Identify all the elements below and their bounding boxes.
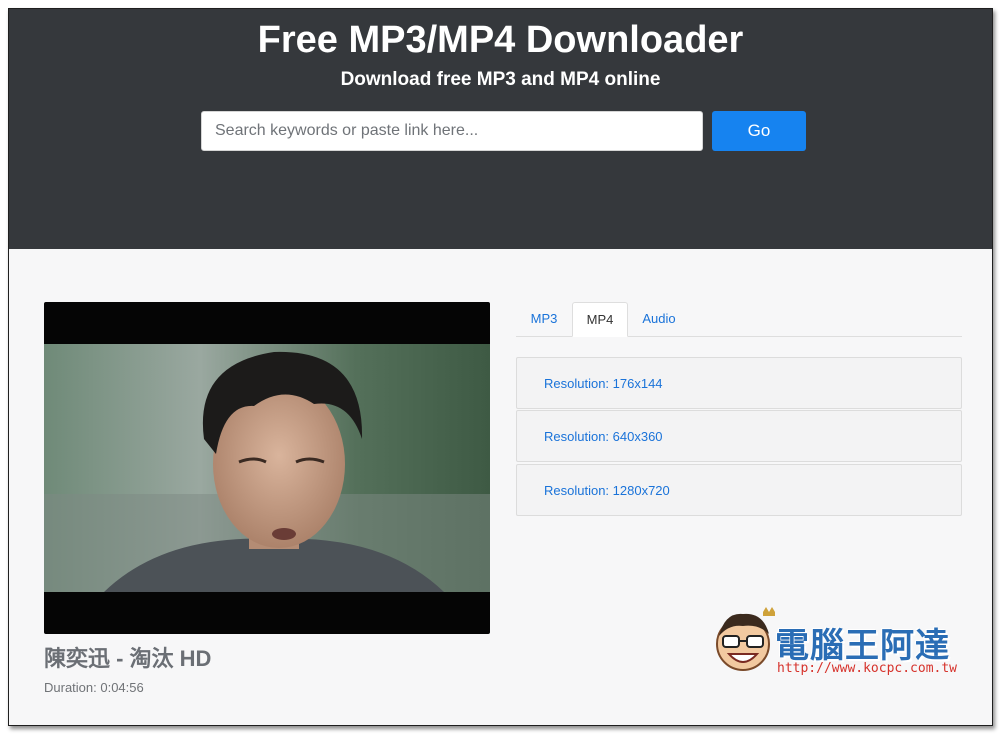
resolution-link[interactable]: Resolution: 640x360 — [544, 429, 663, 444]
resolution-link[interactable]: Resolution: 176x144 — [544, 376, 663, 391]
video-player[interactable] — [44, 302, 490, 634]
resolution-link[interactable]: Resolution: 1280x720 — [544, 483, 670, 498]
video-thumbnail — [44, 344, 490, 592]
search-input[interactable] — [201, 111, 703, 151]
format-tabs: MP3 MP4 Audio — [516, 302, 962, 337]
tab-mp3[interactable]: MP3 — [516, 302, 572, 336]
page-subtitle: Download free MP3 and MP4 online — [340, 69, 661, 90]
video-title: 陳奕迅 - 淘汰 HD — [44, 646, 212, 671]
page-frame: Free MP3/MP4 Downloader Download free MP… — [8, 8, 993, 726]
tab-mp4[interactable]: MP4 — [572, 302, 628, 337]
video-duration: Duration: 0:04:56 — [44, 680, 144, 695]
watermark-logo-text: 電腦王阿達 — [775, 627, 950, 665]
resolution-item[interactable]: Resolution: 176x144 — [516, 357, 962, 409]
resolution-item[interactable]: Resolution: 1280x720 — [516, 464, 962, 516]
watermark: 電腦王阿達 http://www.kocpc.com.tw — [711, 606, 971, 686]
header-banner: Free MP3/MP4 Downloader Download free MP… — [9, 9, 992, 249]
mascot-icon — [716, 607, 775, 671]
tab-audio[interactable]: Audio — [628, 302, 690, 336]
page-title: Free MP3/MP4 Downloader — [257, 19, 744, 61]
go-button[interactable]: Go — [712, 111, 806, 151]
resolution-item[interactable]: Resolution: 640x360 — [516, 410, 962, 462]
watermark-url: http://www.kocpc.com.tw — [777, 661, 958, 676]
